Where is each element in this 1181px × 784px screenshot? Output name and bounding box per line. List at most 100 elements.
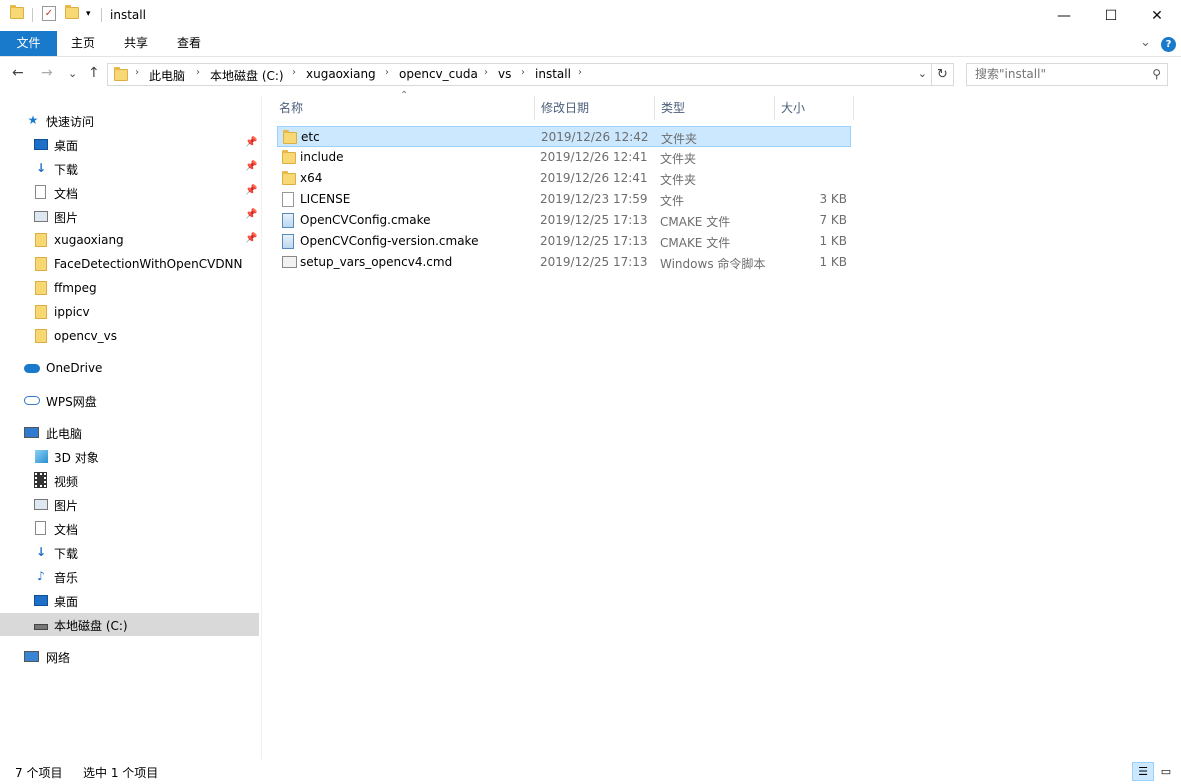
sidebar-item-music[interactable]: ♪ 音乐 [0,565,259,588]
file-row[interactable]: OpenCVConfig.cmake 2019/12/25 17:13 CMAK… [277,210,851,231]
sidebar-item-downloads-pc[interactable]: ↓ 下载 [0,541,259,564]
chevron-right-icon[interactable]: › [484,67,488,78]
pictures-icon [34,209,48,223]
address-dropdown-icon[interactable]: ⌄ [918,67,927,80]
cloud-icon [24,361,40,375]
customize-toolbar-icon[interactable]: ▾ [86,9,91,19]
file-row[interactable]: OpenCVConfig-version.cmake 2019/12/25 17… [277,231,851,252]
tab-home[interactable]: 主页 [60,31,106,56]
sidebar-item-xugaoxiang[interactable]: xugaoxiang 📌 [0,229,259,252]
cmake-file-icon [282,213,294,228]
forward-button[interactable]: → [41,65,53,81]
sidebar-item-facedetection[interactable]: FaceDetectionWithOpenCVDNN [0,253,259,276]
file-date: 2019/12/25 17:13 [540,234,648,248]
new-folder-icon[interactable] [65,5,79,19]
column-header-modified[interactable]: 修改日期 [530,96,654,120]
download-icon: ↓ [35,545,47,559]
sidebar-item-ippicv[interactable]: ippicv [0,301,259,324]
chevron-right-icon[interactable]: › [578,67,582,78]
maximize-button[interactable]: ☐ [1088,0,1134,31]
file-type: CMAKE 文件 [660,215,731,229]
search-input[interactable] [975,67,1145,81]
breadcrumb-local-disk[interactable]: 本地磁盘 (C:) [210,67,284,84]
pin-icon[interactable]: 📌 [245,209,257,220]
sidebar-item-label: 桌面 [54,139,79,153]
sidebar-item-label: 本地磁盘 (C:) [54,619,128,633]
file-name: etc [301,130,320,144]
sidebar-item-videos[interactable]: 视频 [0,469,259,492]
up-button[interactable]: ↑ [88,65,100,81]
sidebar-item-documents[interactable]: 文档 📌 [0,181,259,204]
properties-icon[interactable]: ✓ [42,6,56,21]
recent-locations-button[interactable]: ⌄ [68,67,77,80]
breadcrumb-xugaoxiang[interactable]: xugaoxiang [306,67,376,81]
sidebar-item-label: opencv_vs [54,329,117,343]
pin-icon[interactable]: 📌 [245,161,257,172]
sidebar-item-desktop-pc[interactable]: 桌面 [0,589,259,612]
close-button[interactable]: ✕ [1134,0,1180,31]
file-row[interactable]: etc 2019/12/26 12:42 文件夹 [277,126,851,147]
file-row[interactable]: x64 2019/12/26 12:41 文件夹 [277,168,851,189]
sidebar-item-ffmpeg[interactable]: ffmpeg [0,277,259,300]
chevron-right-icon[interactable]: › [135,67,139,78]
search-box[interactable]: ⚲ [966,63,1168,86]
column-divider[interactable] [853,96,854,120]
column-header-type[interactable]: 类型 [650,96,774,120]
selection-count: 选中 1 个项目 [83,766,159,780]
breadcrumb-install[interactable]: install [535,67,571,81]
file-date: 2019/12/23 17:59 [540,192,648,206]
column-header-name[interactable]: 名称 [268,96,534,120]
sidebar-item-opencv-vs[interactable]: opencv_vs [0,325,259,348]
sidebar-item-onedrive[interactable]: OneDrive [0,357,259,380]
breadcrumb-opencv-cuda[interactable]: opencv_cuda [399,67,478,81]
breadcrumb-this-pc[interactable]: 此电脑 [149,67,185,84]
sidebar-item-label: xugaoxiang [54,233,124,247]
chevron-right-icon[interactable]: › [385,67,389,78]
sidebar-item-wps[interactable]: WPS网盘 [0,389,259,412]
sidebar-item-label: 视频 [54,475,79,489]
sidebar-item-quick-access[interactable]: ★ 快速访问 [0,109,259,132]
search-icon[interactable]: ⚲ [1152,67,1161,81]
pin-icon[interactable]: 📌 [245,185,257,196]
tab-file[interactable]: 文件 [0,31,57,56]
sidebar-item-this-pc[interactable]: 此电脑 [0,421,259,444]
sidebar-item-3d-objects[interactable]: 3D 对象 [0,445,259,468]
sidebar-item-label: 图片 [54,499,79,513]
file-row[interactable]: LICENSE 2019/12/23 17:59 文件 3 KB [277,189,851,210]
sidebar-item-network[interactable]: 网络 [0,645,259,668]
large-icons-view-icon[interactable]: ▭ [1155,762,1177,781]
column-header-size[interactable]: 大小 [770,96,852,120]
sidebar-item-pictures-pc[interactable]: 图片 [0,493,259,516]
sidebar-item-local-disk[interactable]: 本地磁盘 (C:) [0,613,259,636]
file-row[interactable]: include 2019/12/26 12:41 文件夹 [277,147,851,168]
chevron-right-icon[interactable]: › [292,67,296,78]
sidebar-item-label: 此电脑 [46,427,83,441]
details-view-icon[interactable]: ☰ [1132,762,1154,781]
tab-view[interactable]: 查看 [166,31,212,56]
file-name: OpenCVConfig.cmake [300,213,431,227]
chevron-right-icon[interactable]: › [521,67,525,78]
item-count: 7 个项目 [15,766,63,780]
chevron-right-icon[interactable]: › [196,67,200,78]
ribbon-collapse-icon[interactable]: ⌄ [1140,35,1151,50]
sidebar-item-pictures[interactable]: 图片 📌 [0,205,259,228]
file-type: 文件夹 [661,132,698,146]
pin-icon[interactable]: 📌 [245,233,257,244]
sidebar-item-documents-pc[interactable]: 文档 [0,517,259,540]
minimize-button[interactable]: — [1041,0,1087,31]
sidebar-item-downloads[interactable]: ↓ 下载 📌 [0,157,259,180]
file-size: 1 KB [819,234,847,248]
address-bar[interactable]: › 此电脑 › 本地磁盘 (C:) › xugaoxiang › opencv_… [107,63,932,86]
sidebar-item-desktop[interactable]: 桌面 📌 [0,133,259,156]
folder-icon [34,281,48,295]
refresh-button[interactable]: ↻ [932,63,954,86]
back-button[interactable]: ← [12,65,24,81]
file-size: 3 KB [819,192,847,206]
file-row[interactable]: setup_vars_opencv4.cmd 2019/12/25 17:13 … [277,252,851,273]
help-icon[interactable]: ? [1161,37,1176,52]
pin-icon[interactable]: 📌 [245,137,257,148]
folder-icon [283,130,297,144]
tab-share[interactable]: 共享 [113,31,159,56]
file-date: 2019/12/25 17:13 [540,213,648,227]
breadcrumb-vs[interactable]: vs [498,67,511,81]
